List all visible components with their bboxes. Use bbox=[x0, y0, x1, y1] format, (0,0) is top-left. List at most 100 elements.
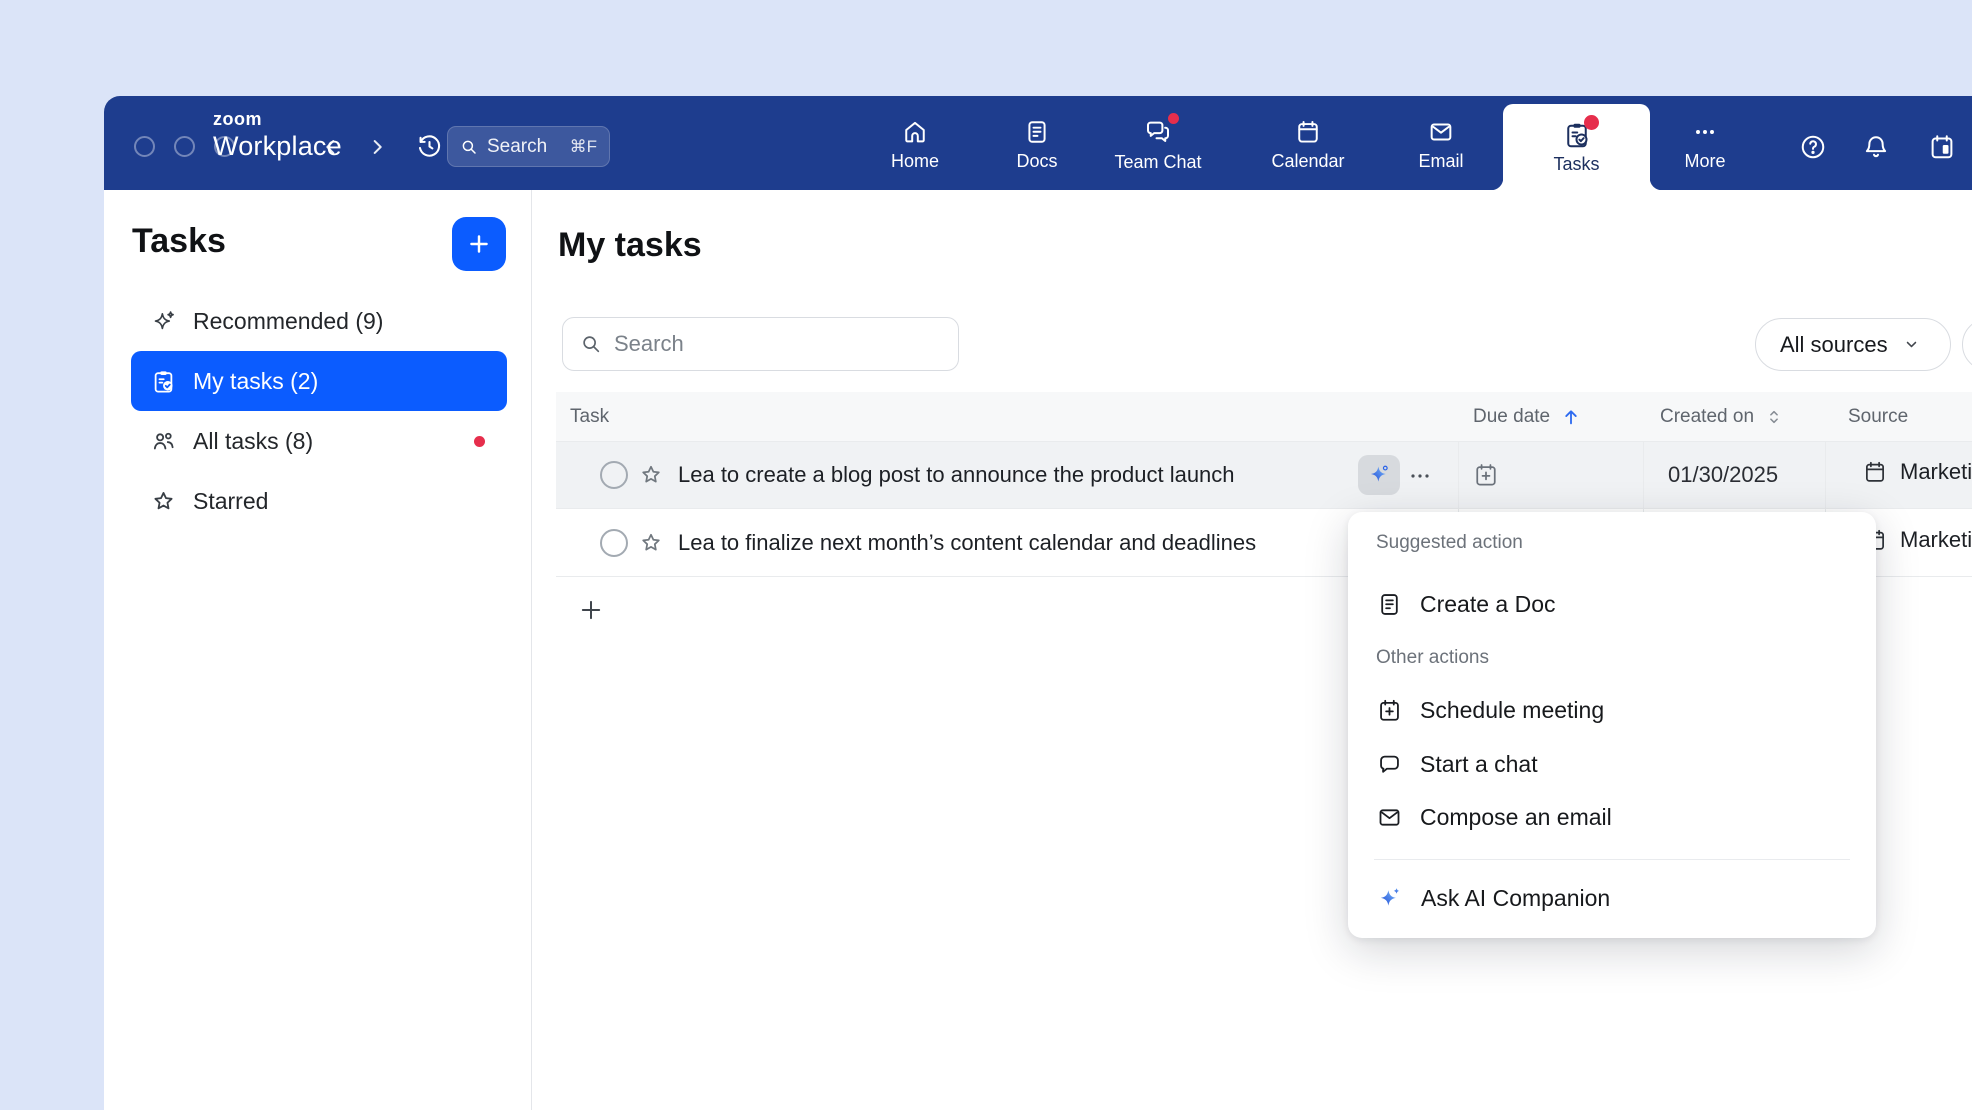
chevron-left-icon bbox=[320, 136, 342, 158]
task-title[interactable]: Lea to finalize next month’s content cal… bbox=[678, 530, 1256, 556]
home-icon bbox=[901, 118, 929, 146]
my-tasks-icon bbox=[150, 368, 177, 395]
search-icon bbox=[460, 138, 478, 156]
sidebar-title: Tasks bbox=[132, 222, 226, 261]
logo-zoom-text: zoom bbox=[213, 110, 342, 128]
sidebar-item-label: Starred bbox=[193, 488, 268, 515]
nav-item-more[interactable]: More bbox=[1655, 108, 1755, 182]
sidebar-item-label: Recommended (9) bbox=[193, 308, 383, 335]
calendar-plus-icon bbox=[1376, 697, 1403, 724]
window-control-close[interactable] bbox=[134, 136, 155, 157]
forward-button[interactable] bbox=[366, 136, 388, 158]
nav-label: More bbox=[1684, 151, 1725, 172]
ai-companion-button[interactable] bbox=[1358, 455, 1400, 495]
search-shortcut: ⌘F bbox=[570, 137, 597, 157]
sidebar-divider[interactable] bbox=[531, 190, 532, 1110]
column-label: Created on bbox=[1660, 406, 1754, 428]
star-icon[interactable] bbox=[638, 462, 664, 488]
star-icon[interactable] bbox=[638, 530, 664, 556]
tasks-badge bbox=[1584, 115, 1599, 130]
column-header-task[interactable]: Task bbox=[570, 392, 609, 442]
nav-item-docs[interactable]: Docs bbox=[987, 108, 1087, 182]
menu-divider bbox=[1374, 859, 1850, 860]
column-header-due-date[interactable]: Due date bbox=[1473, 392, 1582, 442]
nav-item-tasks-active[interactable]: Tasks bbox=[1503, 104, 1650, 190]
source-cell: Marketing bbox=[1862, 527, 1972, 553]
plus-icon bbox=[577, 596, 605, 624]
sidebar-item-my-tasks[interactable]: My tasks (2) bbox=[131, 351, 507, 411]
menu-item-ask-ai-companion[interactable]: Ask AI Companion bbox=[1376, 876, 1856, 920]
table-row[interactable]: Lea to create a blog post to announce th… bbox=[556, 442, 1972, 509]
task-title[interactable]: Lea to create a blog post to announce th… bbox=[678, 462, 1235, 488]
column-header-source[interactable]: Source bbox=[1848, 392, 1908, 442]
menu-item-label: Schedule meeting bbox=[1420, 697, 1604, 724]
window-control-minimize[interactable] bbox=[174, 136, 195, 157]
add-task-button[interactable] bbox=[452, 217, 506, 271]
menu-item-start-chat[interactable]: Start a chat bbox=[1376, 742, 1856, 786]
chevron-right-icon bbox=[366, 136, 388, 158]
people-icon bbox=[150, 428, 177, 455]
sort-ascending-icon[interactable] bbox=[1560, 406, 1582, 428]
menu-item-create-doc[interactable]: Create a Doc bbox=[1376, 582, 1856, 626]
sidebar-item-starred[interactable]: Starred bbox=[131, 471, 507, 531]
sources-filter-dropdown[interactable]: All sources bbox=[1755, 318, 1951, 371]
star-icon bbox=[150, 488, 177, 515]
row-more-button[interactable] bbox=[1408, 464, 1432, 488]
search-placeholder: Search bbox=[614, 331, 684, 357]
sidebar-item-label: All tasks (8) bbox=[193, 428, 313, 455]
chat-bubble-icon bbox=[1376, 751, 1403, 778]
tasks-icon bbox=[1562, 120, 1592, 150]
column-label: Source bbox=[1848, 406, 1908, 428]
column-label: Task bbox=[570, 406, 609, 428]
bell-icon bbox=[1861, 132, 1891, 162]
envelope-icon bbox=[1376, 804, 1403, 831]
calendar-date-icon bbox=[1927, 132, 1957, 162]
back-button[interactable] bbox=[320, 136, 342, 158]
ai-companion-icon bbox=[1376, 884, 1404, 912]
sidebar-item-label: My tasks (2) bbox=[193, 368, 318, 395]
zoom-workplace-app: zoom Workplace Search ⌘F bbox=[0, 0, 1972, 1110]
menu-item-label: Create a Doc bbox=[1420, 591, 1556, 618]
more-icon bbox=[1691, 118, 1719, 146]
menu-item-label: Ask AI Companion bbox=[1421, 885, 1610, 912]
nav-item-home[interactable]: Home bbox=[865, 108, 965, 182]
column-divider bbox=[1643, 442, 1644, 508]
menu-item-compose-email[interactable]: Compose an email bbox=[1376, 795, 1856, 839]
source-value: Marketing bbox=[1900, 527, 1972, 553]
table-header: Task Due date Created on Source bbox=[556, 392, 1972, 442]
sort-both-icon[interactable] bbox=[1764, 407, 1784, 427]
tasks-search-input[interactable]: Search bbox=[562, 317, 959, 371]
global-search-input[interactable]: Search ⌘F bbox=[447, 126, 610, 167]
column-divider bbox=[1458, 442, 1459, 508]
sidebar-item-recommended[interactable]: Recommended (9) bbox=[131, 291, 507, 351]
column-divider bbox=[1825, 442, 1826, 508]
help-button[interactable] bbox=[1798, 132, 1828, 162]
add-due-date-button[interactable] bbox=[1472, 461, 1500, 489]
nav-label: Tasks bbox=[1553, 154, 1599, 175]
history-button[interactable] bbox=[415, 132, 444, 161]
task-checkbox[interactable] bbox=[600, 529, 628, 557]
schedule-button[interactable] bbox=[1927, 132, 1957, 162]
all-tasks-badge bbox=[474, 436, 485, 447]
task-checkbox[interactable] bbox=[600, 461, 628, 489]
team-chat-badge bbox=[1168, 113, 1179, 124]
nav-item-email[interactable]: Email bbox=[1391, 108, 1491, 182]
source-cell: Marketing bbox=[1862, 459, 1972, 485]
nav-label: Home bbox=[891, 151, 939, 172]
tab-flare bbox=[1491, 178, 1503, 190]
search-placeholder: Search bbox=[487, 136, 547, 158]
nav-item-calendar[interactable]: Calendar bbox=[1258, 108, 1358, 182]
calendar-icon bbox=[1294, 118, 1322, 146]
source-value: Marketing bbox=[1900, 459, 1972, 485]
team-chat-icon bbox=[1143, 117, 1173, 147]
menu-item-schedule-meeting[interactable]: Schedule meeting bbox=[1376, 688, 1856, 732]
plus-icon bbox=[465, 230, 493, 258]
nav-label: Email bbox=[1418, 151, 1463, 172]
notifications-button[interactable] bbox=[1861, 132, 1891, 162]
nav-item-team-chat[interactable]: Team Chat bbox=[1108, 108, 1208, 182]
page-title: My tasks bbox=[558, 226, 702, 265]
history-icon bbox=[415, 132, 444, 161]
column-header-created-on[interactable]: Created on bbox=[1660, 392, 1784, 442]
sidebar-item-all-tasks[interactable]: All tasks (8) bbox=[131, 411, 507, 471]
task-actions-menu: Suggested action Create a Doc Other acti… bbox=[1348, 512, 1876, 938]
